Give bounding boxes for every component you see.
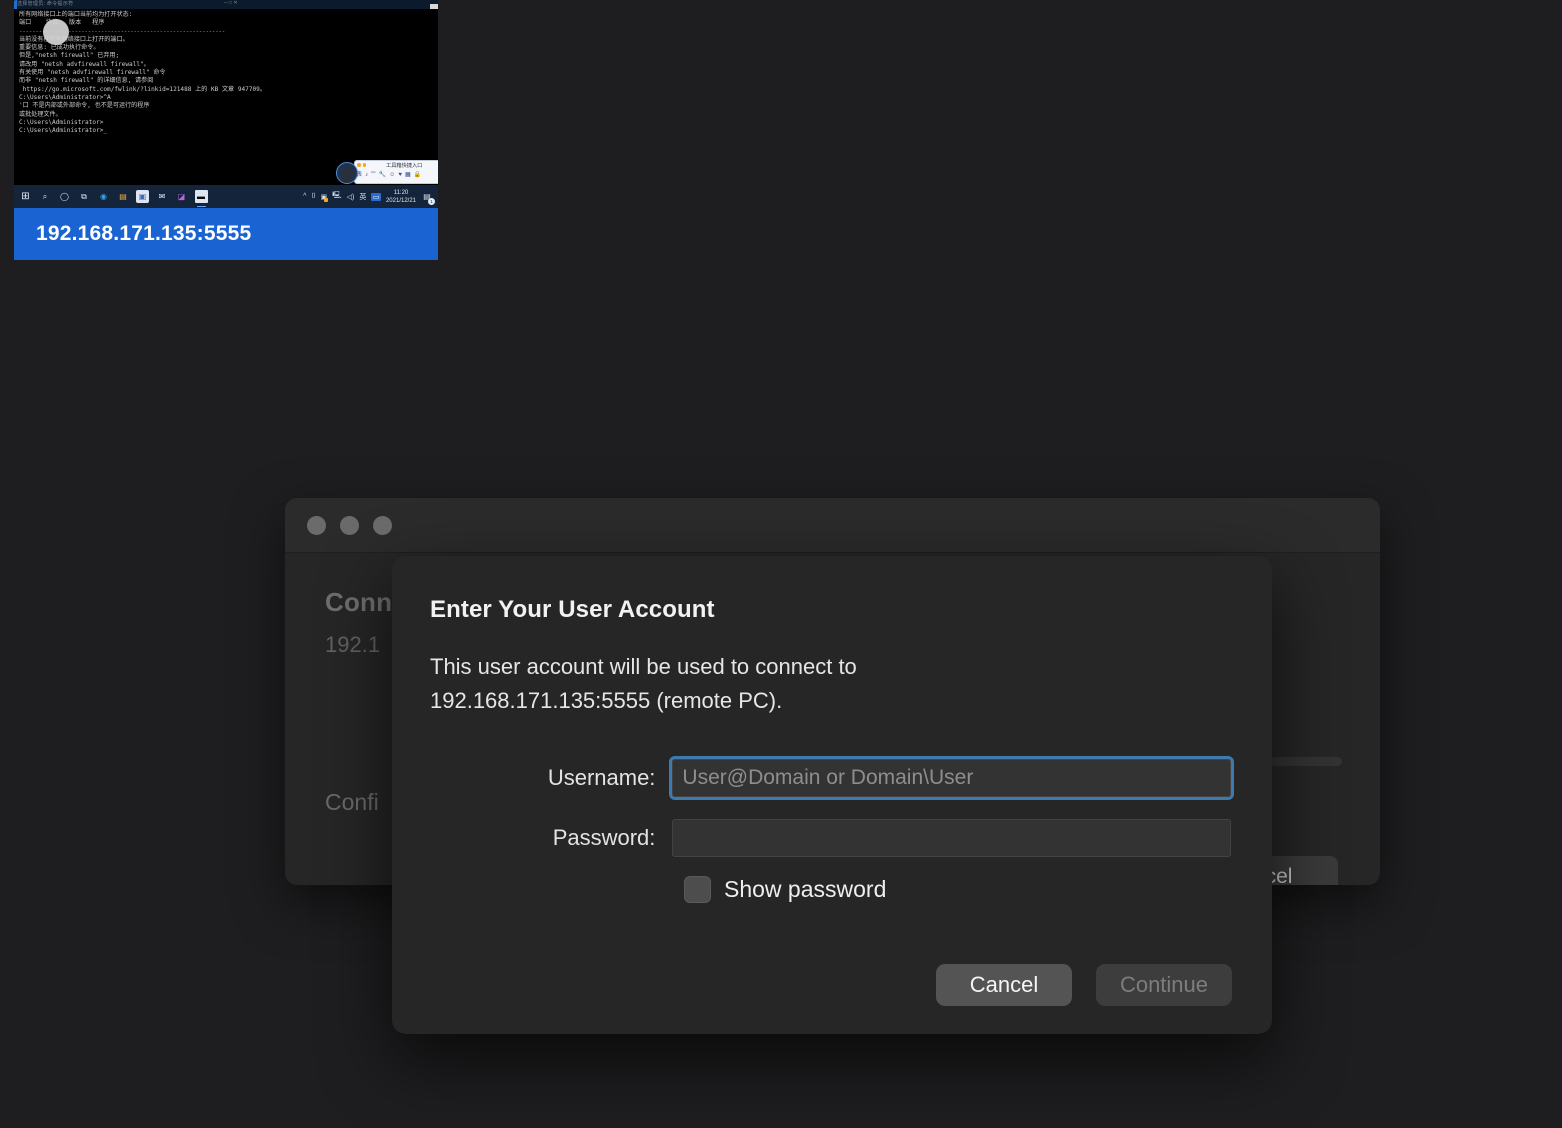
- toolbox-tooltip-text: 工具箱快捷入口: [386, 163, 423, 169]
- avatar[interactable]: [336, 162, 358, 184]
- toolbox-tooltip: 工具箱快捷入口 ✕: [384, 161, 438, 170]
- console-line: 或批处理文件。: [19, 110, 62, 118]
- toolbox-status-dots: [357, 163, 367, 167]
- username-input[interactable]: [672, 759, 1231, 797]
- store-icon[interactable]: ▣: [136, 190, 149, 203]
- close-button[interactable]: [307, 515, 326, 535]
- remote-pc-thumbnail-card[interactable]: 选择管理员: 命令提示符 ─ □ ✕ 所有网络接口上的端口当前均为打开状态: 端…: [14, 0, 438, 260]
- console-line: 请改用 "netsh advfirewall firewall"。: [19, 60, 150, 68]
- usb-icon[interactable]: ⌷: [311, 193, 315, 201]
- dialog-message: This user account will be used to connec…: [430, 654, 857, 713]
- console-line: 端口 协议 版本 程序: [19, 19, 105, 27]
- onedrive-icon[interactable]: ▭: [371, 192, 381, 201]
- quote-icon[interactable]: "": [371, 172, 375, 178]
- taskbar-system-tray[interactable]: ^ ⌷ ▣ 🖳 ◁) 英 ▭ 11:20 2021/12/21 ▤ 1: [303, 189, 438, 205]
- console-line: C:\Users\Administrator>_: [19, 127, 108, 135]
- ime-indicator[interactable]: 英: [359, 192, 366, 202]
- notepad-icon[interactable]: ◪: [175, 190, 188, 203]
- music-icon[interactable]: ♪: [365, 172, 368, 178]
- user-account-dialog: Enter Your User Account This user accoun…: [392, 556, 1272, 1034]
- password-label: Password:: [552, 825, 656, 850]
- username-field-wrapper[interactable]: [669, 756, 1234, 800]
- cancel-button[interactable]: Cancel: [936, 964, 1072, 1006]
- network-icon[interactable]: 🖳: [332, 191, 341, 202]
- notification-center-icon[interactable]: ▤ 1: [421, 191, 435, 205]
- background-confirm-text: Confi: [325, 789, 379, 815]
- toolbox-floating-widget[interactable]: 工具箱快捷入口 ✕ 表 ♪ "" 🔧 ☺ ♥ ▦ 🔒: [336, 157, 438, 187]
- smiley-icon[interactable]: ☺: [389, 172, 395, 178]
- clock-time: 11:20: [393, 189, 409, 196]
- username-label: Username:: [547, 765, 656, 790]
- dialog-title: Enter Your User Account: [430, 596, 715, 623]
- console-title-bar: 选择管理员: 命令提示符 ─ □ ✕: [14, 0, 438, 9]
- divider-right: [1270, 757, 1342, 766]
- wrench-icon[interactable]: 🔧: [379, 172, 386, 178]
- console-window-controls: ─ □ ✕: [224, 0, 238, 6]
- thumbnail-address-text: 192.168.171.135:5555: [36, 222, 252, 245]
- windows-taskbar[interactable]: ⊞ ⌕ ◯ ⧉ ◉ ▤ ▣ ✉ ◪ ▬ ^ ⌷ ▣ 🖳 ◁) 英 ▭ 11:20…: [14, 185, 438, 208]
- taskbar-clock[interactable]: 11:20 2021/12/21: [386, 189, 416, 205]
- start-icon[interactable]: ⊞: [19, 190, 32, 203]
- widgets-icon[interactable]: ⧉: [78, 190, 91, 203]
- pointer-indicator: [43, 19, 69, 45]
- terminal-icon[interactable]: ▬: [194, 190, 208, 208]
- grid-icon[interactable]: ▦: [405, 172, 411, 178]
- console-line: ----------------------------------------…: [19, 27, 225, 35]
- password-input[interactable]: [672, 819, 1231, 857]
- file-explorer-icon[interactable]: ▤: [117, 190, 130, 203]
- console-line: C:\Users\Administrator>: [19, 118, 104, 126]
- window-title-bar[interactable]: [285, 498, 1380, 553]
- username-row: Username:: [430, 756, 1234, 800]
- console-line: 当前没有在所有网络接口上打开的端口。: [19, 35, 129, 43]
- display-icon[interactable]: ▣: [321, 193, 329, 202]
- volume-icon[interactable]: ◁): [347, 193, 355, 201]
- notification-count: 1: [428, 197, 435, 205]
- console-line: https://go.microsoft.com/fwlink/?linkid=…: [19, 85, 266, 93]
- heart-icon[interactable]: ♥: [398, 172, 402, 178]
- edge-icon[interactable]: ◉: [97, 190, 110, 203]
- minimize-button[interactable]: [340, 515, 359, 535]
- dialog-actions: Cancel Continue: [936, 964, 1232, 1006]
- taskbar-app-list[interactable]: ⊞ ⌕ ◯ ⧉ ◉ ▤ ▣ ✉ ◪ ▬: [14, 190, 208, 208]
- lock-icon[interactable]: 🔒: [414, 172, 421, 178]
- search-icon[interactable]: ⌕: [39, 190, 52, 203]
- show-password-checkbox[interactable]: [684, 876, 711, 903]
- toolbox-icon-row[interactable]: 表 ♪ "" 🔧 ☺ ♥ ▦ 🔒: [356, 172, 438, 178]
- thumbnail-address-label: 192.168.171.135:5555: [14, 208, 438, 260]
- console-line: '口 不是内部或外部命令, 也不是可运行的程序: [19, 102, 150, 110]
- remote-screen-preview[interactable]: 选择管理员: 命令提示符 ─ □ ✕ 所有网络接口上的端口当前均为打开状态: 端…: [14, 0, 438, 208]
- task-view-icon[interactable]: ◯: [58, 190, 71, 203]
- clock-date: 2021/12/21: [385, 197, 416, 204]
- maximize-button[interactable]: [373, 515, 392, 535]
- continue-button[interactable]: Continue: [1096, 964, 1232, 1006]
- password-row: Password:: [430, 816, 1234, 860]
- show-password-row[interactable]: Show password: [684, 876, 1234, 903]
- show-password-label: Show password: [724, 876, 887, 902]
- console-line: 而非 "netsh firewall" 的详细信息, 请参阅: [19, 77, 154, 85]
- console-title-text: 选择管理员: 命令提示符: [17, 1, 74, 7]
- console-line: 但是,"netsh firewall" 已弃用;: [19, 52, 120, 60]
- credentials-form: Username: Password: Show password: [430, 756, 1234, 903]
- mail-icon[interactable]: ✉: [156, 190, 169, 203]
- password-field-wrapper[interactable]: [669, 816, 1234, 860]
- chevron-up-icon[interactable]: ^: [303, 193, 306, 200]
